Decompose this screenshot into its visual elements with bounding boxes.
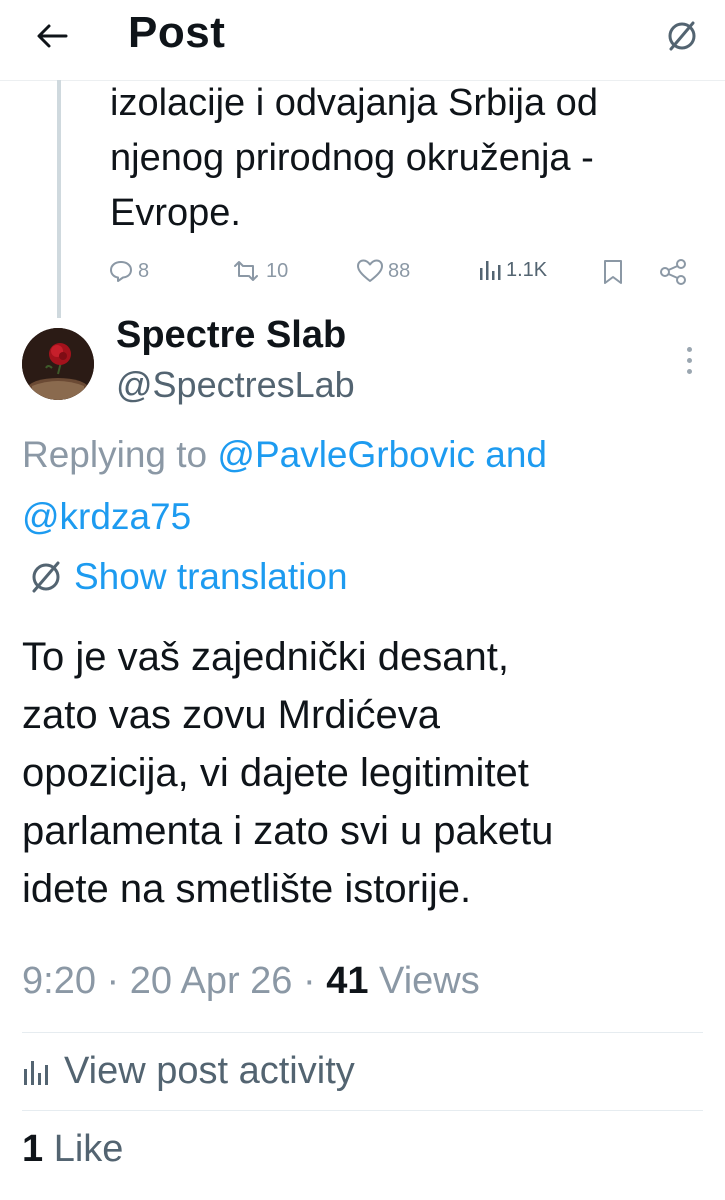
show-translation-label: Show translation	[74, 556, 348, 597]
replying-to-prefix: Replying to	[22, 434, 218, 475]
share-icon	[660, 259, 686, 285]
heart-icon	[357, 259, 383, 282]
previous-tweet-text: izolacije i odvajanja Srbija od njenog p…	[110, 76, 710, 241]
bar-chart-icon	[24, 1060, 48, 1085]
author-name[interactable]: Spectre Slab	[116, 314, 346, 357]
more-vertical-icon-dot	[686, 357, 692, 363]
mention-link[interactable]: @krdza75	[22, 496, 191, 537]
views-count: 1.1K	[506, 258, 548, 281]
translate-icon	[32, 561, 60, 593]
replying-to: Replying to @PavleGrbovic and	[22, 434, 547, 476]
view-post-activity-button[interactable]: View post activity	[22, 1050, 355, 1093]
reply-icon	[110, 261, 132, 282]
translate-button[interactable]	[658, 14, 706, 58]
views-label: Views	[368, 960, 480, 1002]
view-post-activity-label: View post activity	[64, 1050, 355, 1092]
previous-tweet-line: Evrope.	[110, 192, 241, 234]
meta-separator: ·	[95, 960, 130, 1002]
bar-chart-icon	[480, 261, 501, 280]
avatar[interactable]	[22, 328, 94, 400]
repost-button[interactable]: 10	[230, 258, 288, 284]
replying-and[interactable]: and	[475, 434, 547, 475]
more-options-button[interactable]	[672, 340, 706, 380]
previous-tweet-actions: 8 10 88 1.1K	[108, 258, 698, 292]
likes-label: Like	[43, 1128, 124, 1170]
tweet-text: To je vaš zajednički desant, zato vas zo…	[22, 628, 712, 918]
replying-to-second-line: @krdza75	[22, 496, 191, 538]
tweet-text-line: parlamenta i zato svi u paketu	[22, 809, 554, 853]
divider	[22, 1032, 703, 1033]
previous-tweet-line: njenog prirodnog okruženja -	[110, 137, 594, 179]
tweet-date[interactable]: 20 Apr 26	[130, 960, 293, 1002]
views-button[interactable]: 1.1K	[478, 258, 547, 282]
like-button[interactable]: 88	[356, 258, 410, 284]
repost-count: 10	[266, 259, 289, 282]
tweet-text-line: To je vaš zajednički desant,	[22, 635, 509, 679]
rose-avatar-image	[22, 328, 94, 400]
author-handle[interactable]: @SpectresLab	[116, 364, 355, 406]
more-vertical-icon-dot	[686, 346, 692, 352]
top-bar	[0, 0, 725, 81]
show-translation-button[interactable]: Show translation	[26, 556, 348, 598]
reply-button[interactable]: 8	[108, 258, 149, 284]
likes-summary[interactable]: 1 Like	[22, 1128, 123, 1171]
thread-connector-line	[57, 80, 61, 318]
bookmark-icon	[604, 260, 622, 284]
likes-count: 1	[22, 1128, 44, 1170]
meta-separator: ·	[292, 960, 327, 1002]
tweet-text-line: zato vas zovu Mrdićeva	[22, 693, 440, 737]
tweet-meta: 9:20 · 20 Apr 26 · 41 Views	[22, 960, 480, 1003]
share-button[interactable]	[658, 258, 688, 286]
arrow-left-icon	[37, 24, 68, 48]
reply-count: 8	[138, 259, 150, 282]
mention-link[interactable]: @PavleGrbovic	[217, 434, 475, 475]
like-count: 88	[388, 259, 411, 282]
tweet-time[interactable]: 9:20	[22, 960, 96, 1002]
back-button[interactable]	[26, 14, 78, 58]
divider	[22, 1110, 703, 1111]
tweet-text-line: opozicija, vi dajete legitimitet	[22, 751, 529, 795]
tweet-text-line: idete na smetlište istorije.	[22, 867, 472, 911]
bookmark-button[interactable]	[602, 258, 624, 286]
views-count: 41	[326, 960, 369, 1002]
more-vertical-icon-dot	[686, 368, 692, 374]
page-title: Post	[128, 8, 226, 57]
translate-icon	[668, 21, 696, 51]
previous-tweet-line: izolacije i odvajanja Srbija od	[110, 82, 598, 124]
repost-icon	[234, 261, 258, 281]
